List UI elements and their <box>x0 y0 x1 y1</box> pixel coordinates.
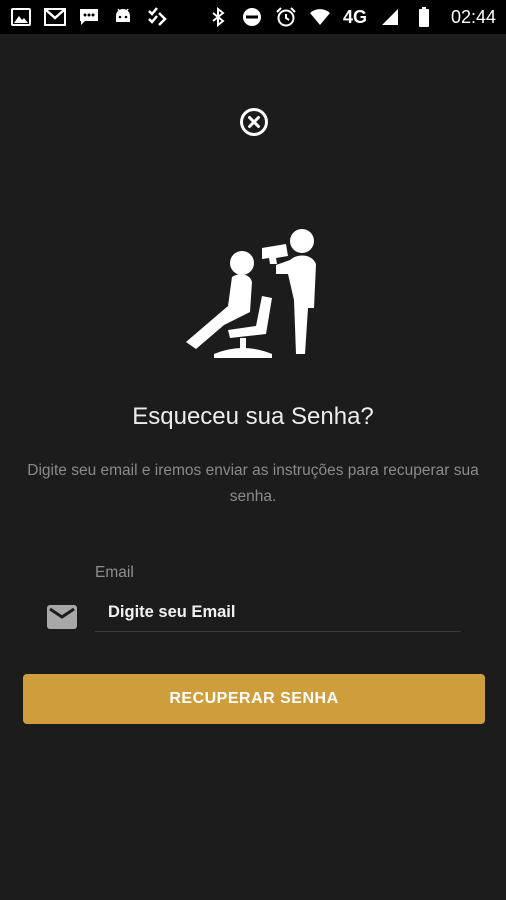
recover-password-button[interactable]: RECUPERAR SENHA <box>23 674 485 724</box>
notification-icons <box>10 7 168 27</box>
gmail-icon <box>44 7 66 27</box>
gallery-icon <box>10 7 32 27</box>
email-input[interactable] <box>95 594 461 632</box>
network-type: 4G <box>342 6 367 27</box>
status-bar: 4G 02:44 <box>0 0 506 34</box>
alarm-icon <box>275 7 297 27</box>
checklist-icon <box>146 7 168 27</box>
battery-icon <box>413 7 435 27</box>
sms-icon <box>78 7 100 27</box>
system-icons: 4G 02:44 <box>207 7 496 28</box>
barber-haircut-icon <box>180 222 330 367</box>
android-icon <box>112 7 134 27</box>
email-label: Email <box>95 564 134 581</box>
page-subtitle: Digite seu email e iremos enviar as inst… <box>27 462 479 505</box>
clock: 02:44 <box>450 6 496 27</box>
signal-icon <box>379 7 401 27</box>
do-not-disturb-icon <box>241 7 263 27</box>
page-title: Esqueceu sua Senha? <box>132 403 374 430</box>
wifi-icon <box>309 7 331 27</box>
close-circle-icon <box>240 108 268 136</box>
close-button[interactable] <box>238 106 270 138</box>
bluetooth-icon <box>207 7 229 27</box>
mail-icon <box>46 604 78 632</box>
